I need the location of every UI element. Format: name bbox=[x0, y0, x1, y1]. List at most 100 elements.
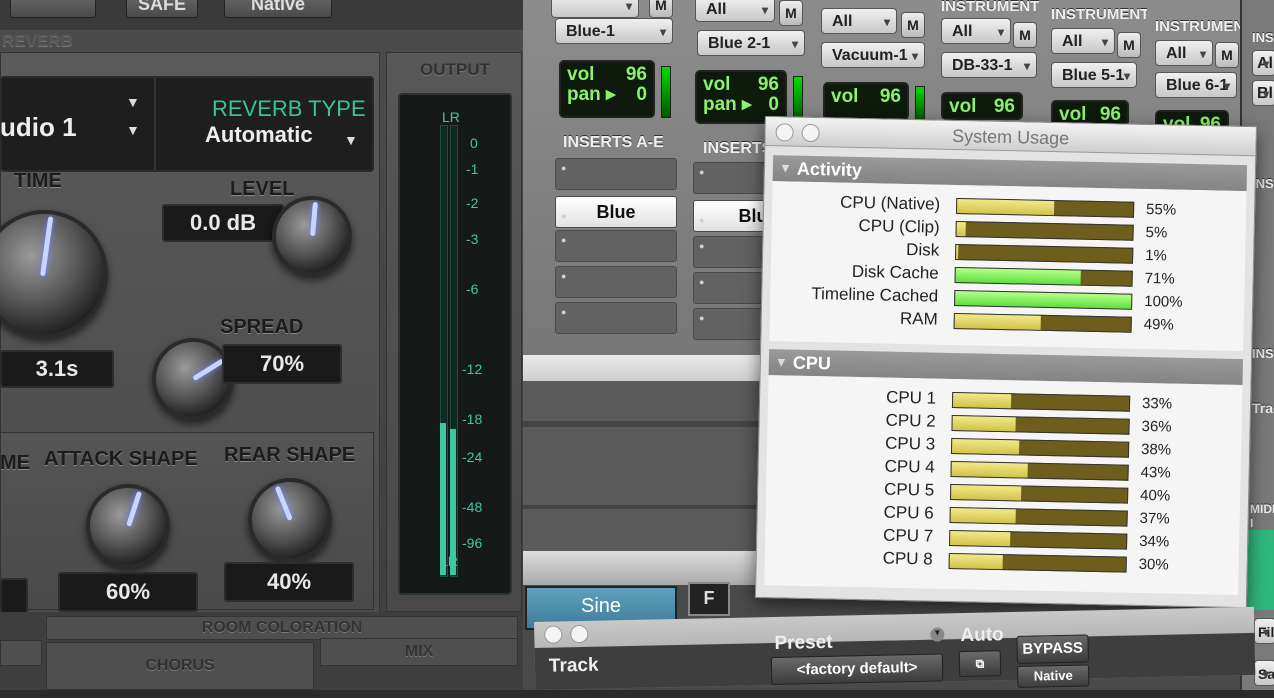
preset-name[interactable]: udio 1 bbox=[0, 112, 77, 143]
level-label: LEVEL bbox=[230, 178, 295, 200]
insert-select[interactable]: Blue 5-1 bbox=[1051, 62, 1137, 89]
usage-percent: 5% bbox=[1145, 223, 1168, 242]
usage-bar bbox=[954, 267, 1133, 287]
cpu-bar bbox=[951, 414, 1130, 435]
insert-select[interactable]: Blue 6-1 bbox=[1155, 72, 1237, 99]
insert-slot[interactable] bbox=[555, 302, 677, 334]
attack-shape-knob[interactable] bbox=[86, 484, 170, 568]
edge-save-button[interactable]: Sa bbox=[1254, 660, 1274, 687]
level-meter bbox=[661, 66, 671, 118]
mute-button[interactable]: M bbox=[779, 0, 803, 26]
vol-value: 96 bbox=[993, 96, 1015, 117]
mute-button[interactable]: M bbox=[1117, 32, 1141, 58]
reverb-top-bar: SAFE Native bbox=[0, 0, 523, 30]
mix-label: MIX bbox=[320, 638, 518, 666]
cpu-percent: 38% bbox=[1140, 440, 1172, 459]
rear-shape-knob[interactable] bbox=[248, 478, 332, 562]
rear-shape-label: REAR SHAPE bbox=[224, 444, 356, 466]
usage-bar-fill bbox=[954, 314, 1042, 330]
group-select[interactable]: All bbox=[821, 8, 897, 35]
level-knob[interactable] bbox=[272, 196, 352, 276]
activity-panel: CPU (Native) 55% CPU (Clip) 5% Disk 1% D… bbox=[769, 181, 1247, 352]
cpu-bar-fill bbox=[952, 415, 1017, 432]
cpu-bar-fill bbox=[951, 438, 1020, 455]
reverb-type-value[interactable]: Automatic bbox=[205, 122, 313, 148]
cpu-name: CPU 3 bbox=[884, 433, 936, 454]
insert-slot[interactable] bbox=[555, 158, 677, 190]
native-button[interactable]: Native bbox=[224, 0, 332, 18]
compare-button[interactable] bbox=[10, 0, 96, 18]
edge-select[interactable]: Al bbox=[1252, 50, 1274, 77]
rear-shape-value[interactable]: 40% bbox=[224, 562, 354, 602]
vol-label: vol bbox=[831, 86, 859, 107]
insert-slot-blue[interactable]: Blue bbox=[555, 196, 677, 231]
time-value[interactable]: 3.1s bbox=[0, 350, 114, 388]
group-select[interactable]: All bbox=[695, 0, 775, 23]
group-select[interactable] bbox=[551, 0, 639, 19]
spread-value[interactable]: 70% bbox=[222, 344, 342, 384]
meter-tick: -6 bbox=[466, 281, 479, 297]
preset-up-arrow-icon[interactable]: ▼ bbox=[126, 94, 140, 110]
usage-percent: 49% bbox=[1143, 315, 1174, 334]
cpu-name: CPU 7 bbox=[882, 525, 934, 546]
reverb-type-dropdown-icon[interactable]: ▼ bbox=[344, 132, 358, 148]
insert-select[interactable]: DB-33-1 bbox=[941, 52, 1037, 79]
safe-button[interactable]: SAFE bbox=[126, 0, 198, 18]
group-select[interactable]: All bbox=[1051, 28, 1115, 55]
pan-value: 0 bbox=[768, 94, 779, 115]
insert-select[interactable]: Blue-1 bbox=[555, 18, 673, 45]
group-select[interactable]: All bbox=[941, 18, 1011, 45]
instrument-header: INSTRUMENT bbox=[1155, 18, 1254, 35]
insert-slot[interactable] bbox=[555, 266, 677, 298]
spread-label: SPREAD bbox=[220, 316, 304, 338]
usage-name: Timeline Cached bbox=[811, 284, 939, 306]
meter-tick: -3 bbox=[466, 231, 479, 247]
mute-button[interactable]: M bbox=[901, 12, 925, 38]
chorus-label: CHORUS bbox=[46, 642, 314, 690]
minimize-icon[interactable] bbox=[570, 624, 589, 644]
vol-pan-display[interactable]: vol 96 bbox=[941, 92, 1023, 120]
reverb-plugin-window: SAFE Native REVERB udio 1 ▼ ▼ REVERB TYP… bbox=[0, 0, 523, 690]
vol-value: 96 bbox=[625, 64, 647, 85]
attack-shape-value[interactable]: 60% bbox=[58, 572, 198, 612]
preset-down-arrow-icon[interactable]: ▼ bbox=[126, 122, 140, 138]
close-icon[interactable] bbox=[544, 625, 563, 644]
pan-label: pan bbox=[567, 84, 601, 105]
cpu-bar bbox=[949, 483, 1129, 504]
instrument-header: INSTRUMENT bbox=[941, 0, 1040, 15]
usage-bar-fill bbox=[957, 199, 1055, 216]
mute-button[interactable]: M bbox=[1013, 22, 1037, 48]
meter-tick: -24 bbox=[462, 449, 483, 465]
vol-pan-display[interactable]: vol 96 bbox=[823, 82, 909, 120]
vol-value: 96 bbox=[1099, 104, 1121, 125]
insert-select[interactable]: Vacuum-1 bbox=[821, 42, 925, 69]
f-button[interactable]: F bbox=[688, 582, 730, 616]
insert-slot[interactable] bbox=[555, 230, 677, 262]
group-select[interactable]: All bbox=[1155, 40, 1213, 67]
mute-button[interactable]: M bbox=[1215, 42, 1239, 68]
meter-top-label: LR bbox=[442, 109, 460, 125]
usage-name: CPU (Native) bbox=[839, 192, 941, 214]
compare-icon[interactable]: ⧉ bbox=[958, 650, 1002, 678]
meter-tick: -96 bbox=[462, 535, 483, 551]
level-value[interactable]: 0.0 dB bbox=[162, 204, 284, 242]
bypass-button[interactable]: BYPASS bbox=[1016, 634, 1089, 664]
usage-bar bbox=[955, 198, 1135, 218]
native-button[interactable]: Native bbox=[1017, 664, 1090, 688]
time-label: TIME bbox=[14, 170, 62, 192]
cpu-percent: 37% bbox=[1139, 509, 1170, 528]
cpu-bar bbox=[949, 506, 1128, 527]
room-coloration-label: ROOM COLORATION bbox=[46, 616, 518, 640]
usage-name: RAM bbox=[899, 308, 938, 329]
cpu-percent: 36% bbox=[1141, 417, 1172, 436]
preset-select[interactable]: <factory default> bbox=[770, 653, 944, 686]
usage-bar-fill bbox=[955, 268, 1081, 285]
edge-select[interactable]: Bl bbox=[1252, 80, 1274, 107]
cpu-percent: 30% bbox=[1138, 555, 1169, 574]
mute-button[interactable]: M bbox=[649, 0, 673, 18]
insert-select[interactable]: Blue 2-1 bbox=[697, 30, 805, 57]
vol-pan-display[interactable]: vol 96 pan ▸ 0 bbox=[559, 60, 655, 118]
inserts-header: INSERTS A-E bbox=[563, 134, 664, 151]
edge-file-button[interactable]: File bbox=[1254, 618, 1274, 645]
cpu-bar-fill bbox=[951, 461, 1028, 478]
